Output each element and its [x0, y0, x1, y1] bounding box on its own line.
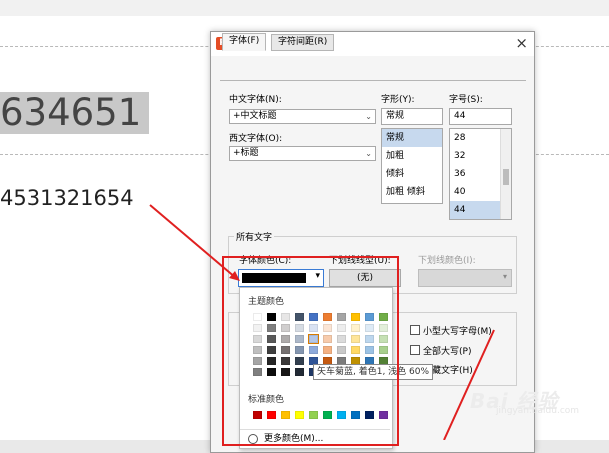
annotation-arrow-1 — [149, 204, 237, 279]
annotation-arrows — [149, 204, 495, 440]
baidu-watermark-url: jingyan.baidu.com — [496, 406, 580, 416]
